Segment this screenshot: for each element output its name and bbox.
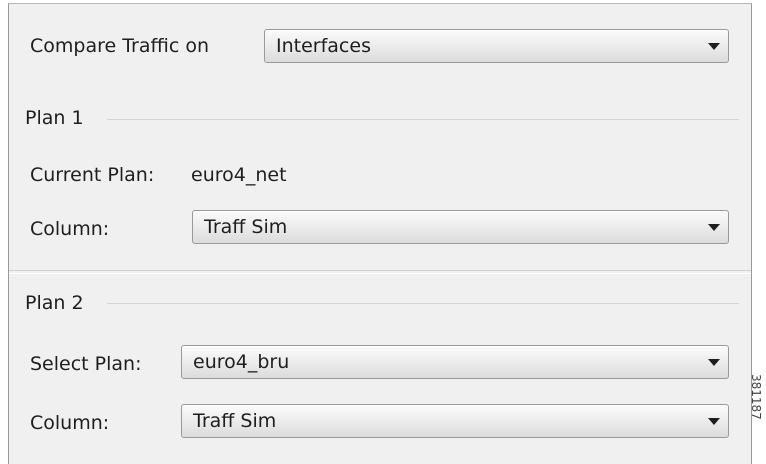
select-plan-label: Select Plan:: [30, 353, 142, 375]
figure-id-text: 381187: [750, 374, 763, 420]
plan2-column-label: Column:: [30, 412, 110, 434]
chevron-down-icon: [708, 359, 720, 366]
compare-traffic-dropdown[interactable]: Interfaces: [264, 29, 729, 63]
compare-traffic-label: Compare Traffic on: [30, 35, 210, 57]
select-plan-dropdown[interactable]: euro4_bru: [181, 345, 729, 379]
plan1-group-title: Plan 1: [25, 107, 84, 129]
plan1-column-dropdown[interactable]: Traff Sim: [192, 210, 729, 244]
chevron-down-icon: [708, 418, 720, 425]
current-plan-value: euro4_net: [191, 164, 287, 186]
plan2-group-border: [107, 303, 739, 304]
plan1-column-value: Traff Sim: [204, 216, 288, 238]
select-plan-value: euro4_bru: [193, 351, 290, 373]
plan1-group-border: [107, 119, 739, 120]
plan2-group-title: Plan 2: [25, 292, 84, 314]
plan1-column-label: Column:: [30, 218, 110, 240]
section-separator: [9, 270, 751, 274]
current-plan-label: Current Plan:: [30, 164, 155, 186]
plan2-column-value: Traff Sim: [193, 410, 277, 432]
plan2-column-dropdown[interactable]: Traff Sim: [181, 404, 729, 438]
compare-traffic-value: Interfaces: [276, 35, 371, 57]
chevron-down-icon: [708, 224, 720, 231]
figure-id: 381187: [750, 372, 766, 446]
chevron-down-icon: [708, 43, 720, 50]
compare-traffic-dialog: Compare Traffic on Interfaces Plan 1 Cur…: [8, 3, 752, 464]
